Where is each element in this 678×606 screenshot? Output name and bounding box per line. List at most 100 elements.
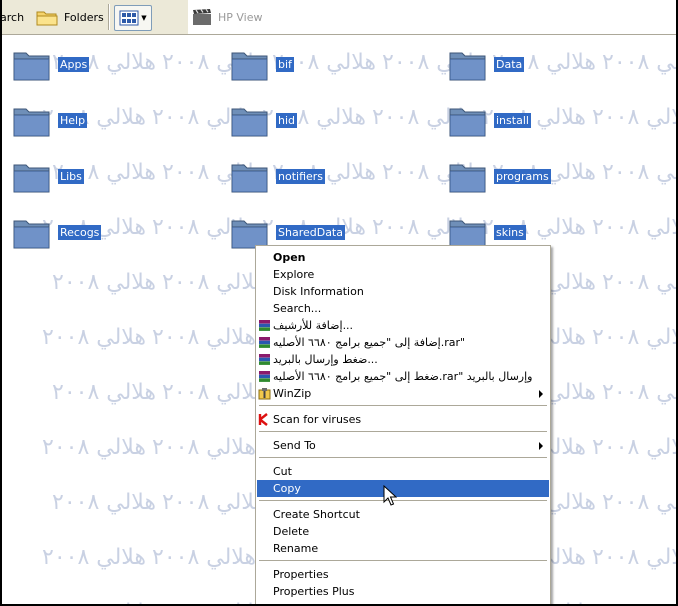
clapperboard-icon xyxy=(193,8,211,25)
folder-icon xyxy=(13,52,50,81)
menu-item-label: Scan for viruses xyxy=(273,413,362,426)
hp-view-button-label: HP View xyxy=(218,10,263,24)
folder-icon xyxy=(449,164,486,193)
watermark-text: هلالي ٢٠٠٨ xyxy=(52,270,157,295)
folder-item[interactable]: install xyxy=(448,101,608,143)
menu-separator xyxy=(259,405,547,406)
folder-label: install xyxy=(494,113,531,128)
folder-label: notifiers xyxy=(276,169,326,184)
watermark-text: هلالي ٢٠٠٨ xyxy=(602,490,676,515)
watermark-text: هلالي ٢٠٠٨ xyxy=(602,160,676,185)
search-button[interactable]: arch xyxy=(2,4,24,30)
menu-item-send-to[interactable]: Send To xyxy=(257,437,549,454)
menu-item-rename[interactable]: Rename xyxy=(257,540,549,557)
mouse-pointer-icon xyxy=(383,485,397,506)
menu-separator xyxy=(259,560,547,561)
menu-item-compress-to-rar-and-email[interactable]: ضغط إلى "جميع برامج ٦٦٨٠ الأصليه.rar" وإ… xyxy=(257,368,549,385)
watermark-text: هلالي ٢٠٠٨ xyxy=(602,50,676,75)
folders-button-label: Folders xyxy=(64,10,104,24)
menu-item-compress-and-email[interactable]: ضغط وإرسال بالبريد... xyxy=(257,351,549,368)
folder-icon xyxy=(13,108,50,137)
menu-item-label: Properties xyxy=(273,568,329,581)
folder-item[interactable]: Help xyxy=(12,101,172,143)
search-button-label: arch xyxy=(2,10,25,24)
menu-item-label: Rename xyxy=(273,542,319,555)
menu-item-delete[interactable]: Delete xyxy=(257,523,549,540)
menu-item-label: Properties Plus xyxy=(273,585,355,598)
menu-item-create-shortcut[interactable]: Create Shortcut xyxy=(257,506,549,523)
menu-item-cut[interactable]: Cut xyxy=(257,463,549,480)
folder-item[interactable]: Recogs xyxy=(12,213,172,255)
folder-icon xyxy=(231,52,268,81)
menu-item-winzip[interactable]: WinZip xyxy=(257,385,549,402)
context-menu: Open Explore Disk Information Search... … xyxy=(255,245,551,604)
menu-item-label: ضغط إلى "جميع برامج ٦٦٨٠ الأصليه.rar" وإ… xyxy=(273,370,533,383)
folder-label: hid xyxy=(276,113,298,128)
winrar-icon xyxy=(259,337,270,348)
hp-view-button[interactable]: HP View xyxy=(192,4,263,30)
winrar-icon xyxy=(259,354,270,365)
folder-icon xyxy=(13,220,50,249)
watermark-text: هلالي ٢٠٠٨ xyxy=(152,435,257,460)
menu-item-search[interactable]: Search... xyxy=(257,300,549,317)
toolbar: arch Folders ▼ HP View xyxy=(2,0,676,35)
toolbar-separator xyxy=(108,4,110,30)
menu-item-label: Delete xyxy=(273,525,310,538)
folder-label: Apps xyxy=(58,57,90,72)
menu-separator xyxy=(259,500,547,501)
menu-item-label: Send To xyxy=(273,439,316,452)
folder-item[interactable]: Apps xyxy=(12,45,172,87)
menu-item-disk-information[interactable]: Disk Information xyxy=(257,283,549,300)
folder-label: Libs xyxy=(58,169,84,184)
menu-item-add-to-archive[interactable]: إضافة للأرشيف... xyxy=(257,317,549,334)
winzip-icon xyxy=(258,388,271,400)
folder-label: SharedData xyxy=(276,225,345,240)
folder-item[interactable]: bif xyxy=(230,45,390,87)
menu-item-scan-for-viruses[interactable]: Scan for viruses xyxy=(257,411,549,428)
watermark-text: هلالي ٢٠٠٨ xyxy=(52,600,156,604)
folder-item[interactable]: notifiers xyxy=(230,157,390,199)
menu-item-copy[interactable]: Copy xyxy=(257,480,549,497)
menu-item-label: Create Shortcut xyxy=(273,508,360,521)
folder-label: programs xyxy=(494,169,551,184)
folder-icon xyxy=(231,108,268,137)
folder-item[interactable]: programs xyxy=(448,157,608,199)
folder-label: Help xyxy=(58,113,88,128)
watermark-text: هلالي ٢٠٠٨ xyxy=(162,380,267,405)
menu-item-add-to-rar[interactable]: إضافة إلى "جميع برامج ٦٦٨٠ الأصليه.rar" xyxy=(257,334,549,351)
winrar-icon xyxy=(259,320,270,331)
menu-item-label: Explore xyxy=(273,268,315,281)
explorer-window: هلالي ٢٠٠٨ هلالي ٢٠٠٨ هلالي ٢٠٠٨ هلالي ٢٠٠٨… xyxy=(2,0,676,604)
menu-item-label: Disk Information xyxy=(273,285,364,298)
folder-icon xyxy=(13,164,50,193)
menu-item-properties[interactable]: Properties xyxy=(257,566,549,583)
watermark-text: هلالي ٢٠٠٨ xyxy=(602,380,676,405)
folder-label: skins xyxy=(494,225,526,240)
watermark-text: هلالي ٢٠٠٨ xyxy=(602,600,676,604)
submenu-arrow-icon xyxy=(539,390,543,398)
folder-item[interactable]: Libs xyxy=(12,157,172,199)
watermark-text: هلالي ٢٠٠٨ xyxy=(592,435,676,460)
folders-icon xyxy=(36,11,58,26)
watermark-text: هلالي ٢٠٠٨ xyxy=(152,545,257,570)
folder-item[interactable]: hid xyxy=(230,101,390,143)
watermark-text: هلالي ٢٠٠٨ xyxy=(42,325,147,350)
menu-item-label: إضافة للأرشيف... xyxy=(273,319,354,332)
folder-icon xyxy=(449,108,486,137)
folders-button[interactable]: Folders xyxy=(36,4,104,30)
menu-item-properties-plus[interactable]: Properties Plus xyxy=(257,583,549,600)
menu-item-label: Copy xyxy=(273,482,301,495)
chevron-down-icon: ▼ xyxy=(141,14,147,22)
views-button[interactable]: ▼ xyxy=(114,5,152,31)
menu-item-open[interactable]: Open xyxy=(257,249,549,266)
menu-item-label: Cut xyxy=(273,465,292,478)
watermark-text: هلالي ٢٠٠٨ xyxy=(592,325,676,350)
folder-item[interactable]: Data xyxy=(448,45,608,87)
watermark-text: هلالي ٢٠٠٨ xyxy=(592,545,676,570)
menu-item-explore[interactable]: Explore xyxy=(257,266,549,283)
watermark-text: هلالي ٢٠٠٨ xyxy=(162,600,266,604)
menu-item-label: ضغط وإرسال بالبريد... xyxy=(273,353,378,366)
folder-label: bif xyxy=(276,57,294,72)
folder-icon xyxy=(449,52,486,81)
folder-icon xyxy=(231,164,268,193)
